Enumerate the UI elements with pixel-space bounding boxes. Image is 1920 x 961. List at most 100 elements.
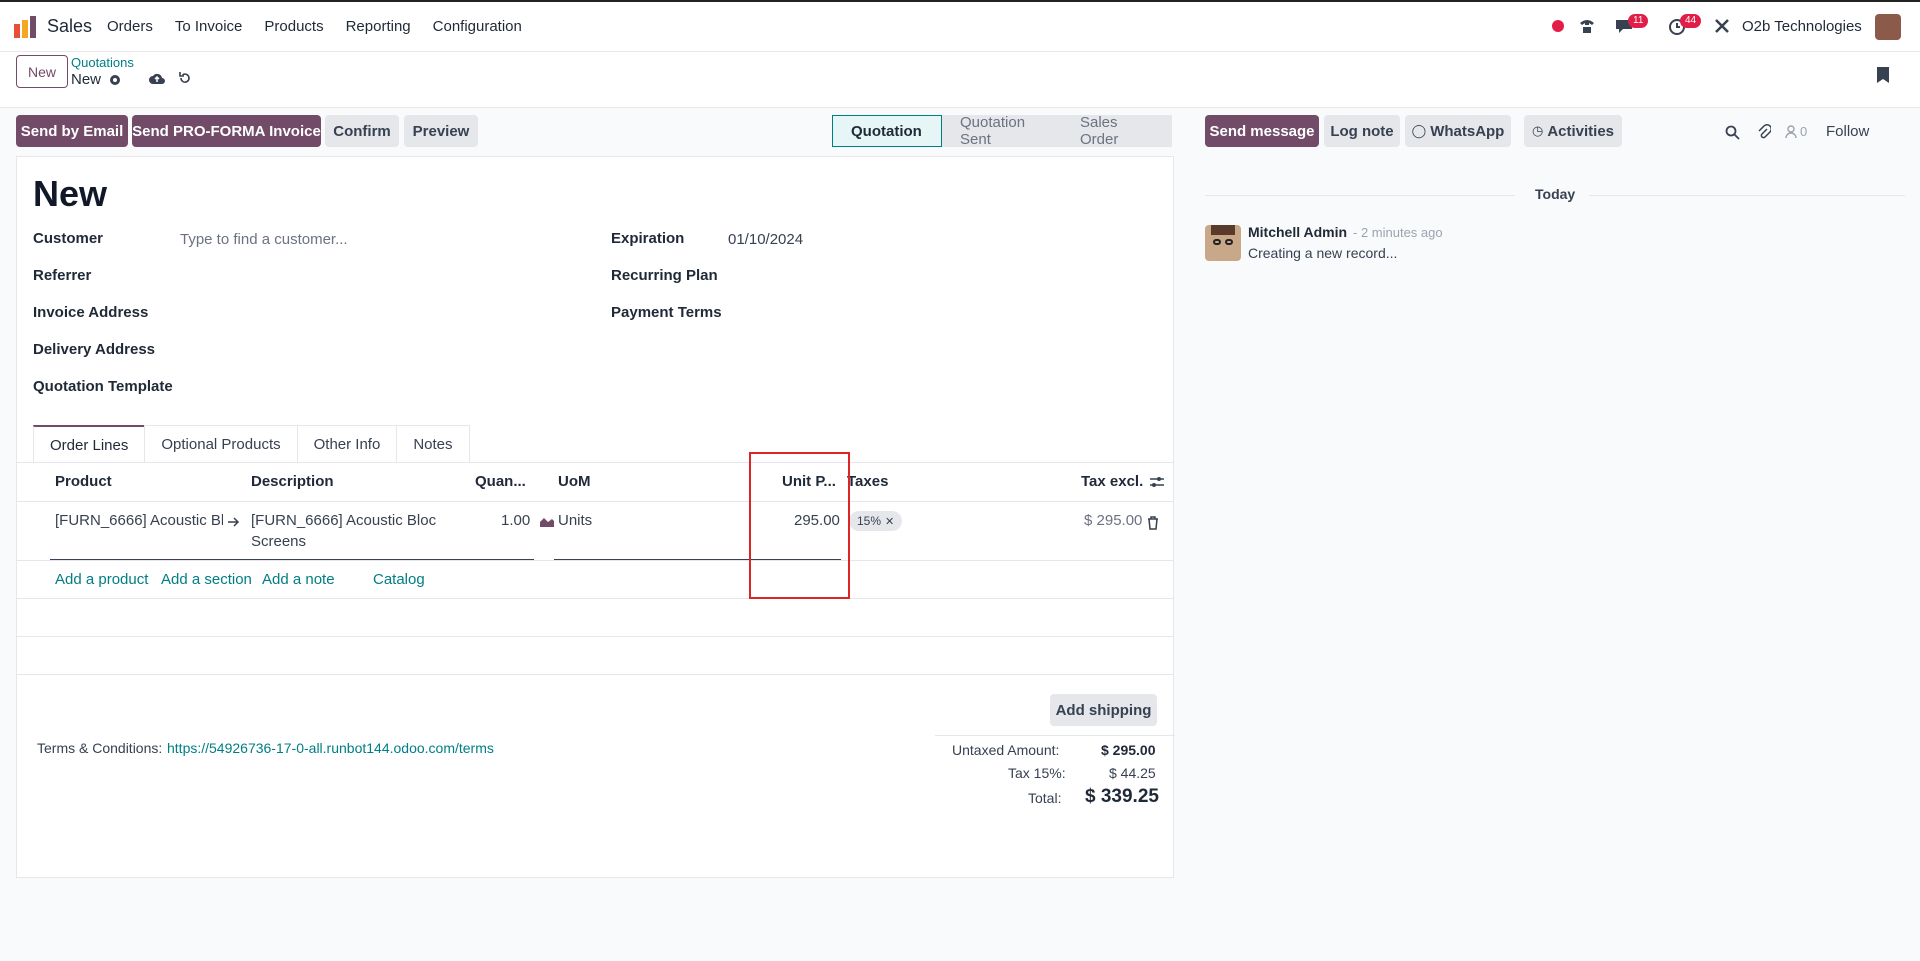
top-navbar: Sales Orders To Invoice Products Reporti… [0,0,1920,52]
invoice-address-label: Invoice Address [33,304,149,321]
totals-divider [935,735,1175,736]
col-taxes[interactable]: Taxes [847,473,888,490]
tax-label: Tax 15%: [1008,765,1066,781]
today-divider-right [1589,195,1905,196]
status-quotation[interactable]: Quotation [832,115,942,147]
col-tax-excl[interactable]: Tax excl. [1081,473,1143,490]
followers-count: 0 [1800,124,1808,139]
new-button[interactable]: New [16,55,68,88]
status-sales-order[interactable]: Sales Order [1062,114,1172,148]
add-note-link[interactable]: Add a note [262,571,335,588]
col-description[interactable]: Description [251,473,334,490]
highlight-box [749,452,850,599]
total-value: $ 339.25 [1085,786,1159,807]
followers-icon[interactable] [1785,125,1797,139]
row-subtotal: $ 295.00 [1084,512,1143,529]
save-cloud-icon[interactable] [149,72,165,86]
payment-terms-label: Payment Terms [611,304,722,321]
breadcrumb-quotations[interactable]: Quotations [71,55,134,70]
message-body: Creating a new record... [1248,245,1398,261]
row-uom[interactable]: Units [558,512,592,529]
untaxed-label: Untaxed Amount: [952,742,1060,758]
table-row[interactable]: [FURN_6666] Acoustic Bloc [FURN_6666] Ac… [17,502,1173,561]
delivery-address-label: Delivery Address [33,341,156,358]
whatsapp-button[interactable]: ◯ WhatsApp [1405,115,1511,147]
breadcrumb-current: New [71,71,102,88]
search-icon[interactable] [1725,125,1740,140]
tab-order-lines[interactable]: Order Lines [33,425,146,463]
row-description-line1[interactable]: [FURN_6666] Acoustic Bloc [251,512,436,529]
phone-icon[interactable] [1578,17,1596,35]
menu-configuration[interactable]: Configuration [433,18,522,35]
tax-tag-label: 15% [857,514,882,528]
col-quantity[interactable]: Quan... [475,473,526,490]
add-section-link[interactable]: Add a section [161,571,252,588]
whatsapp-icon: ◯ [1411,123,1427,138]
send-message-button[interactable]: Send message [1205,115,1319,147]
paperclip-icon[interactable] [1757,124,1771,140]
activities-label: Activities [1547,122,1615,140]
add-shipping-button[interactable]: Add shipping [1050,694,1157,726]
menu-to-invoice[interactable]: To Invoice [175,18,243,35]
tab-notes[interactable]: Notes [396,425,470,463]
status-bar: Quotation Quotation Sent Sales Order [832,114,1172,148]
log-note-button[interactable]: Log note [1324,115,1400,147]
catalog-link[interactable]: Catalog [373,571,425,588]
forecast-chart-icon[interactable] [539,516,555,528]
debug-tools-icon[interactable] [1714,18,1730,34]
tax-value: $ 44.25 [1109,765,1156,781]
expiration-input[interactable]: 01/10/2024 [728,231,803,248]
customer-label: Customer [33,230,104,247]
menu-products[interactable]: Products [264,18,323,35]
col-uom[interactable]: UoM [558,473,591,490]
referrer-label: Referrer [33,267,92,284]
terms-link[interactable]: https://54926736-17-0-all.runbot144.odoo… [167,740,494,756]
record-title: New [33,173,108,214]
col-product[interactable]: Product [55,473,112,490]
send-by-email-button[interactable]: Send by Email [16,115,128,147]
gear-icon[interactable] [108,73,122,87]
tax-tag: 15% ✕ [849,511,903,531]
add-line-row: Add a product Add a section Add a note C… [17,561,1173,599]
tab-optional-products[interactable]: Optional Products [144,425,298,463]
product-underline [50,559,534,560]
message-time: - 2 minutes ago [1353,225,1443,240]
row-quantity[interactable]: 1.00 [501,512,530,529]
message-author[interactable]: Mitchell Admin [1248,224,1347,240]
row-description-line2[interactable]: Screens [251,533,306,550]
sales-app-icon[interactable] [14,16,38,38]
author-avatar[interactable] [1205,225,1241,261]
recurring-plan-label: Recurring Plan [611,267,718,284]
send-proforma-button[interactable]: Send PRO-FORMA Invoice [132,115,321,147]
discard-icon[interactable] [178,71,192,85]
row-product[interactable]: [FURN_6666] Acoustic Bloc [55,512,223,529]
today-divider-left [1205,195,1515,196]
app-name[interactable]: Sales [47,16,92,37]
notebook-tabs: Order Lines Optional Products Other Info… [33,425,470,463]
menu-orders[interactable]: Orders [107,18,153,35]
follow-button[interactable]: Follow [1826,123,1869,140]
menu-reporting[interactable]: Reporting [346,18,411,35]
bookmark-icon[interactable] [1876,66,1890,84]
add-product-link[interactable]: Add a product [55,571,148,588]
quotation-template-label: Quotation Template [33,378,173,395]
tab-other-info[interactable]: Other Info [296,425,398,463]
total-label: Total: [1028,790,1062,806]
tax-remove-icon[interactable]: ✕ [885,515,894,528]
control-panel: New Quotations New [0,52,1920,108]
today-separator: Today [1535,186,1576,202]
company-switcher[interactable]: O2b Technologies [1742,18,1862,35]
empty-row [17,637,1173,675]
arrow-right-icon[interactable] [228,517,240,527]
messages-badge: 11 [1628,14,1649,28]
trash-icon[interactable] [1147,516,1159,530]
user-avatar[interactable] [1875,14,1901,40]
customer-input[interactable]: Type to find a customer... [180,231,580,248]
recording-dot-icon[interactable] [1552,20,1564,32]
status-quotation-sent[interactable]: Quotation Sent [942,114,1062,148]
preview-button[interactable]: Preview [404,115,478,147]
confirm-button[interactable]: Confirm [325,115,399,147]
untaxed-value: $ 295.00 [1101,742,1156,758]
activities-button[interactable]: ◷ Activities [1524,115,1622,147]
column-settings-icon[interactable] [1149,475,1165,489]
